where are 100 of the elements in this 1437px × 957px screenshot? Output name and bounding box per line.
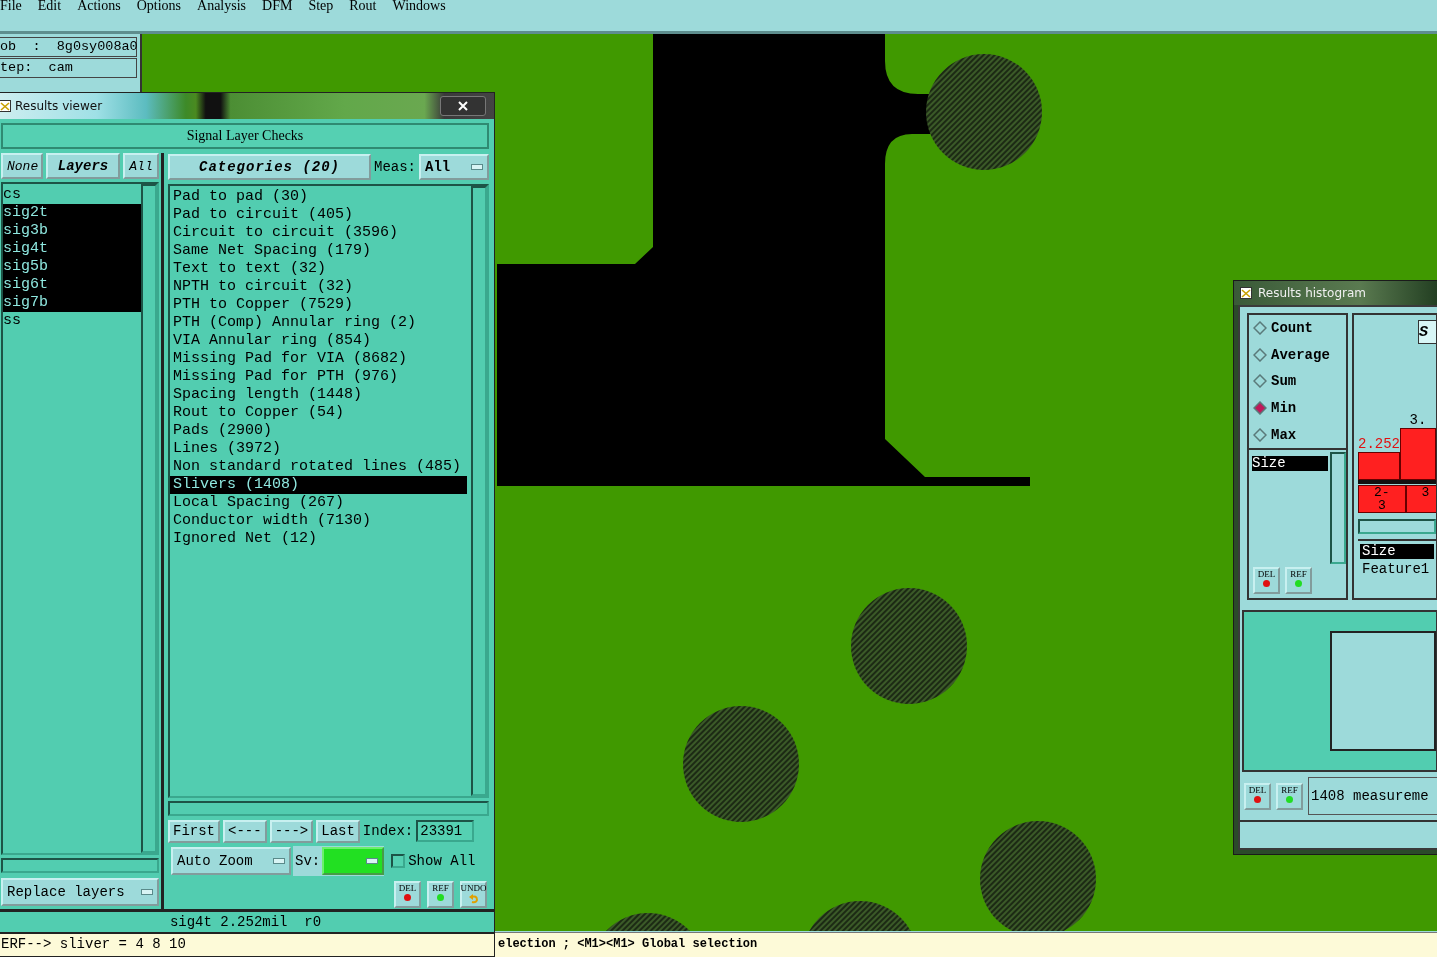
radio-label: Min xyxy=(1271,400,1297,417)
menu-item[interactable]: Step xyxy=(300,0,342,14)
vertical-scrollbar[interactable] xyxy=(471,186,487,796)
radio-button[interactable] xyxy=(1253,427,1267,442)
histogram-bar[interactable] xyxy=(1358,452,1400,480)
navigation-button[interactable]: First xyxy=(168,819,220,843)
horizontal-scrollbar[interactable] xyxy=(1,858,159,873)
category-item[interactable]: Lines (3972) xyxy=(170,440,471,458)
replace-mode-dropdown[interactable]: Replace layers xyxy=(1,878,159,906)
severity-dropdown[interactable] xyxy=(322,847,385,875)
category-item[interactable]: Pads (2900) xyxy=(170,422,471,440)
layer-filter-button[interactable]: None xyxy=(1,153,43,179)
menu-item[interactable]: Analysis xyxy=(189,0,255,14)
job-info-field: tep: cam xyxy=(0,58,137,78)
layer-item[interactable]: sig5b xyxy=(3,258,141,276)
pad[interactable] xyxy=(683,706,799,822)
histogram-bar[interactable] xyxy=(1400,428,1436,480)
bar-value: 3. xyxy=(1409,412,1427,428)
meas-label: Meas: xyxy=(374,159,416,175)
sort-button[interactable]: S xyxy=(1418,320,1436,344)
vertical-scrollbar[interactable] xyxy=(141,184,157,853)
close-button[interactable] xyxy=(440,96,486,116)
category-item[interactable]: Same Net Spacing (179) xyxy=(170,242,471,260)
window-title: Results histogram xyxy=(1258,286,1366,300)
category-item[interactable]: Missing Pad for VIA (8682) xyxy=(170,350,471,368)
menu-item[interactable]: File xyxy=(0,0,30,14)
field-item[interactable]: Size xyxy=(1360,544,1434,559)
panel-title: Signal Layer Checks xyxy=(1,123,489,149)
radio-button[interactable] xyxy=(1253,321,1267,336)
radio-label: Max xyxy=(1271,426,1297,443)
category-item[interactable]: VIA Annular ring (854) xyxy=(170,332,471,350)
radio-button[interactable] xyxy=(1253,374,1267,389)
category-item[interactable]: Missing Pad for PTH (976) xyxy=(170,368,471,386)
menu-item[interactable]: Edit xyxy=(29,0,70,14)
meas-dropdown[interactable]: All xyxy=(419,154,489,180)
zoom-mode-dropdown[interactable]: Auto Zoom xyxy=(171,847,291,875)
vertical-scrollbar[interactable] xyxy=(1330,452,1346,564)
layer-filter-button[interactable]: Layers xyxy=(46,153,120,179)
layer-item[interactable]: sig7b xyxy=(3,294,141,312)
category-item[interactable]: Spacing length (1448) xyxy=(170,386,471,404)
layer-item[interactable]: cs xyxy=(3,186,141,204)
radio-button[interactable] xyxy=(1253,401,1267,416)
layer-item[interactable]: ss xyxy=(3,312,141,330)
category-item[interactable]: Ignored Net (12) xyxy=(170,530,471,548)
bin-range[interactable]: 3 xyxy=(1405,485,1436,513)
pad[interactable] xyxy=(926,54,1042,170)
layer-item[interactable]: sig2t xyxy=(3,204,141,222)
close-icon xyxy=(458,101,468,111)
dot-icon xyxy=(1286,795,1293,803)
layer-filter-button[interactable]: All xyxy=(123,153,159,179)
navigation-button[interactable]: Last xyxy=(316,819,360,843)
category-item[interactable]: Rout to Copper (54) xyxy=(170,404,471,422)
category-item[interactable]: Pad to pad (30) xyxy=(170,188,471,206)
pad[interactable] xyxy=(851,588,967,704)
category-item[interactable]: Non standard rotated lines (485) xyxy=(170,458,471,476)
checkbox[interactable] xyxy=(391,854,406,868)
menu-item[interactable]: DFM xyxy=(254,0,301,14)
refresh-button[interactable]: REF xyxy=(427,880,454,908)
delete-button[interactable]: DEL xyxy=(394,880,421,908)
field-item[interactable]: Feature1 xyxy=(1360,562,1434,577)
delete-button[interactable]: DEL xyxy=(1253,567,1280,594)
layer-item[interactable]: sig4t xyxy=(3,240,141,258)
category-item[interactable]: PTH (Comp) Annular ring (2) xyxy=(170,314,471,332)
menu-item[interactable]: Rout xyxy=(341,0,385,14)
checkbox-label: Show All xyxy=(408,853,476,869)
horizontal-scrollbar[interactable] xyxy=(1358,519,1436,534)
category-item[interactable]: Text to text (32) xyxy=(170,260,471,278)
pad[interactable] xyxy=(980,821,1096,931)
dot-icon xyxy=(404,893,411,901)
navigation-button[interactable]: ---> xyxy=(269,819,314,843)
menu-item[interactable]: Actions xyxy=(69,0,129,14)
sv-label: Sv: xyxy=(295,853,321,869)
dot-icon xyxy=(1254,795,1261,803)
category-item[interactable]: Local Spacing (267) xyxy=(170,494,471,512)
index-field[interactable]: 23391 xyxy=(416,820,475,842)
undo-button[interactable]: UNDO xyxy=(460,880,487,908)
refresh-button[interactable]: REF xyxy=(1285,567,1312,594)
category-item[interactable]: Slivers (1408) xyxy=(170,476,467,494)
radio-label: Count xyxy=(1271,320,1313,337)
delete-button[interactable]: DEL xyxy=(1244,782,1271,810)
layer-item[interactable]: sig3b xyxy=(3,222,141,240)
layer-item[interactable]: sig6t xyxy=(3,276,141,294)
category-item[interactable]: Pad to circuit (405) xyxy=(170,206,471,224)
refresh-button[interactable]: REF xyxy=(1276,782,1303,810)
category-item[interactable]: NPTH to circuit (32) xyxy=(170,278,471,296)
navigation-button[interactable]: <--- xyxy=(223,819,267,843)
attribute-item[interactable]: Size xyxy=(1252,456,1328,471)
categories-button[interactable]: Categories (20) xyxy=(168,154,371,180)
horizontal-scrollbar[interactable] xyxy=(168,801,489,816)
category-item[interactable]: PTH to Copper (7529) xyxy=(170,296,471,314)
copper-area[interactable] xyxy=(497,34,1030,486)
dot-icon xyxy=(1295,580,1302,587)
radio-button[interactable] xyxy=(1253,347,1267,362)
bin-range[interactable]: 2-3 xyxy=(1358,485,1406,513)
menu-item[interactable]: Options xyxy=(128,0,190,14)
menu-item[interactable]: Windows xyxy=(384,0,454,14)
window-icon xyxy=(1240,287,1252,299)
category-item[interactable]: Circuit to circuit (3596) xyxy=(170,224,471,242)
category-item[interactable]: Conductor width (7130) xyxy=(170,512,471,530)
window-title: Results viewer xyxy=(15,99,103,113)
